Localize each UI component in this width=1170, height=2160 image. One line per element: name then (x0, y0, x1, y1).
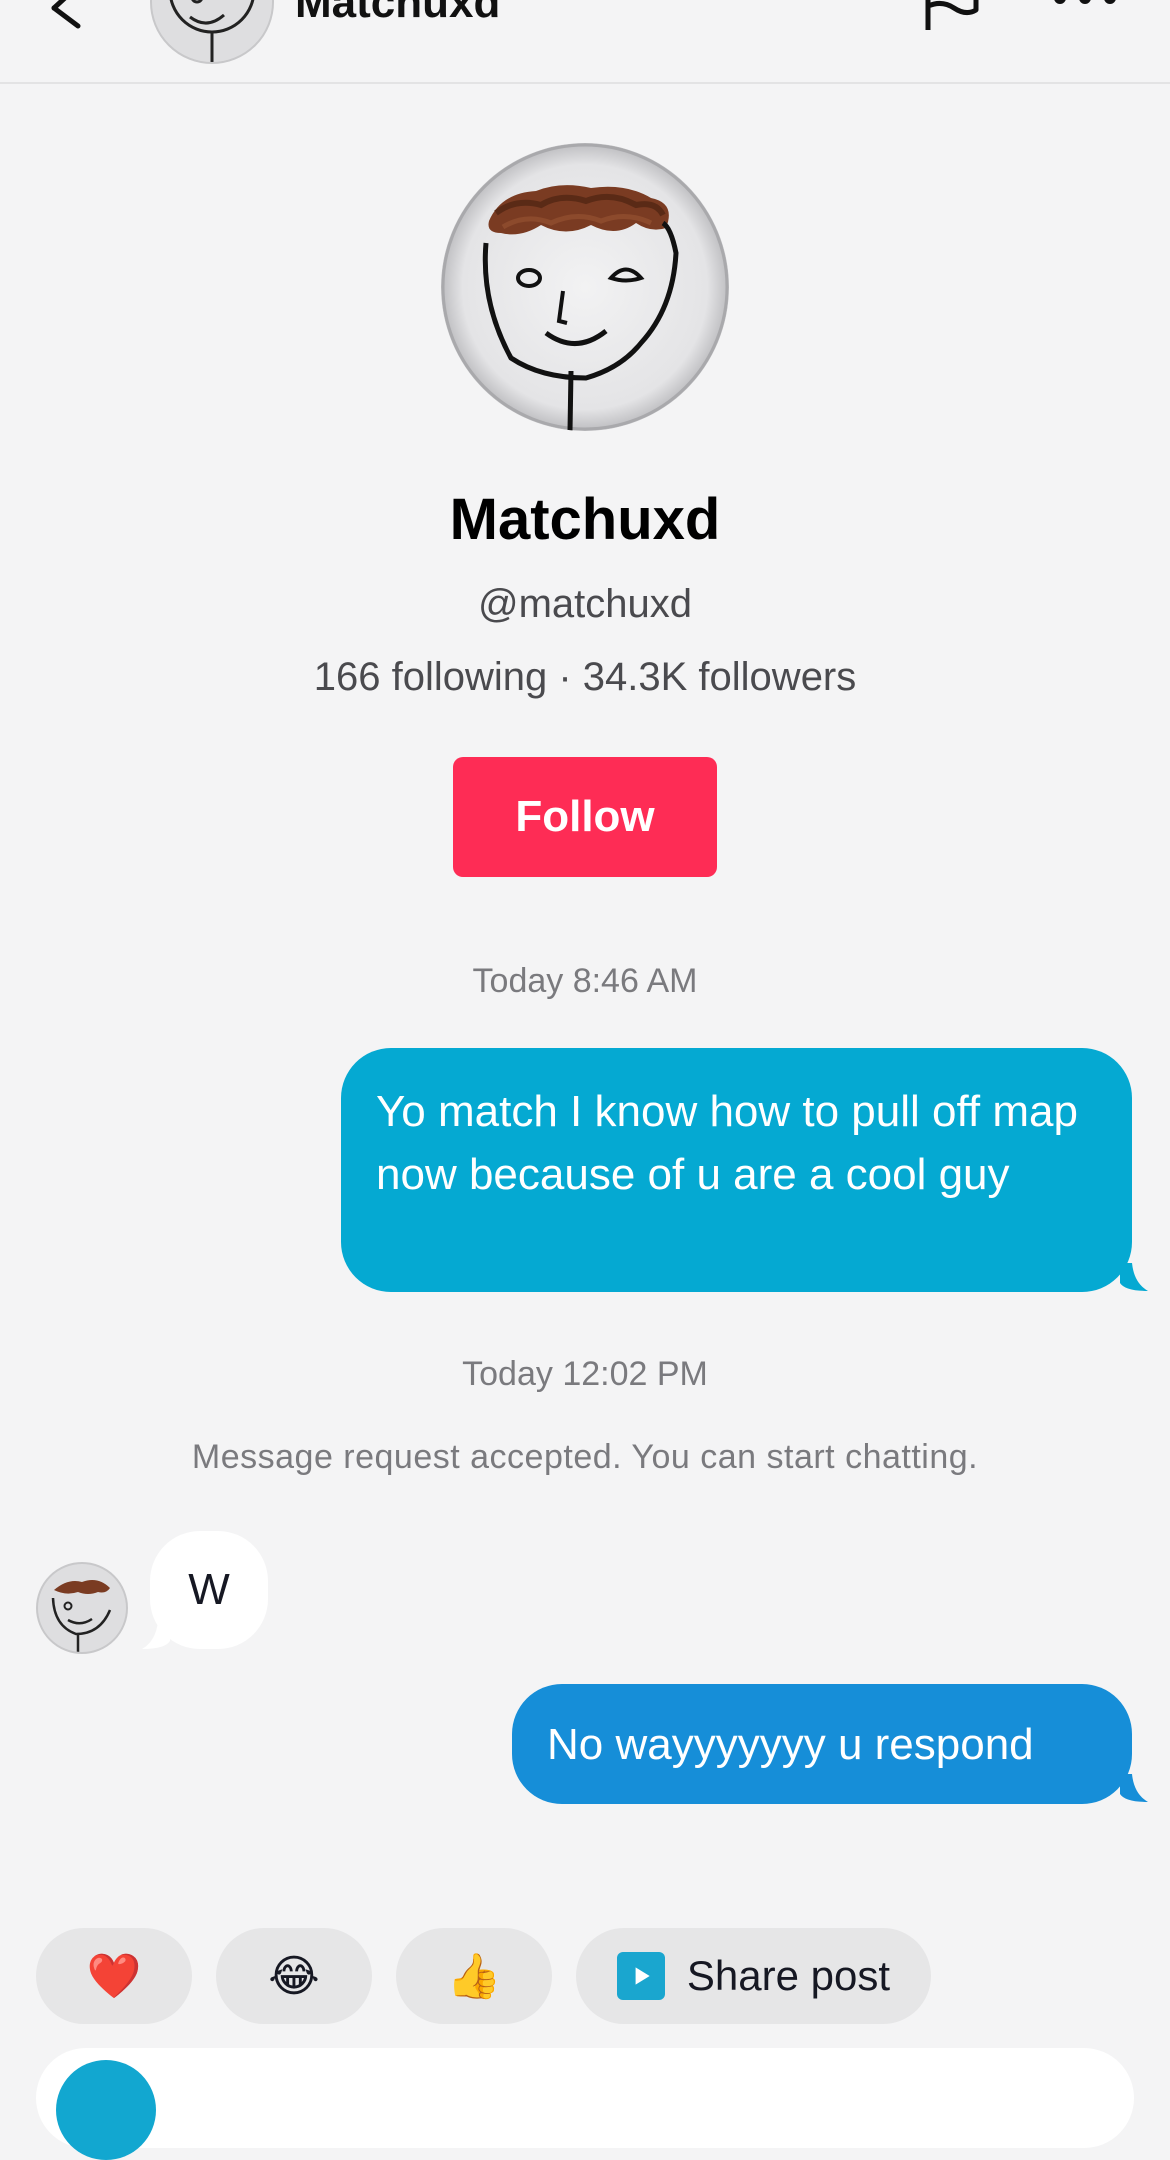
bubble-tail (1120, 1774, 1148, 1802)
header-title: Matchuxd (295, 0, 501, 27)
heart-reply-button[interactable]: ❤️ (36, 1928, 192, 2024)
heart-icon: ❤️ (86, 1952, 142, 2001)
profile-stats: 166 following · 34.3K followers (313, 655, 857, 699)
sender-avatar[interactable] (36, 1562, 128, 1654)
outgoing-message[interactable]: No wayyyyyyy u respond (512, 1684, 1132, 1804)
system-message: Message request accepted. You can start … (191, 1438, 979, 1476)
share-post-label: Share post (686, 1952, 891, 1999)
play-icon (616, 1952, 665, 2000)
timestamp: Today 12:02 PM (462, 1355, 708, 1393)
chat-header: Matchuxd (0, 0, 1170, 84)
share-post-button[interactable]: Share post (576, 1928, 931, 2024)
bubble-tail (1120, 1263, 1148, 1291)
camera-icon[interactable] (56, 2060, 156, 2160)
timestamp: Today 8:46 AM (472, 962, 698, 1000)
profile-avatar[interactable] (441, 143, 729, 431)
more-icon[interactable] (1050, 0, 1120, 8)
profile-handle: @matchuxd (477, 582, 693, 626)
bubble-tail (142, 1621, 170, 1649)
back-arrow-icon[interactable] (40, 0, 90, 30)
message-composer[interactable] (36, 2048, 1134, 2160)
header-avatar[interactable] (150, 0, 274, 64)
outgoing-message[interactable]: Yo match I know how to pull off map now … (341, 1048, 1132, 1292)
laugh-reply-button[interactable]: 😂 (216, 1928, 372, 2024)
flag-icon[interactable] (920, 0, 980, 30)
laughing-emoji-icon: 😂 (268, 1951, 320, 2001)
thumbs-up-reply-button[interactable]: 👍 (396, 1928, 552, 2024)
profile-name: Matchuxd (449, 487, 721, 552)
follow-button[interactable]: Follow (453, 757, 717, 877)
thumbs-up-icon: 👍 (446, 1952, 502, 2001)
